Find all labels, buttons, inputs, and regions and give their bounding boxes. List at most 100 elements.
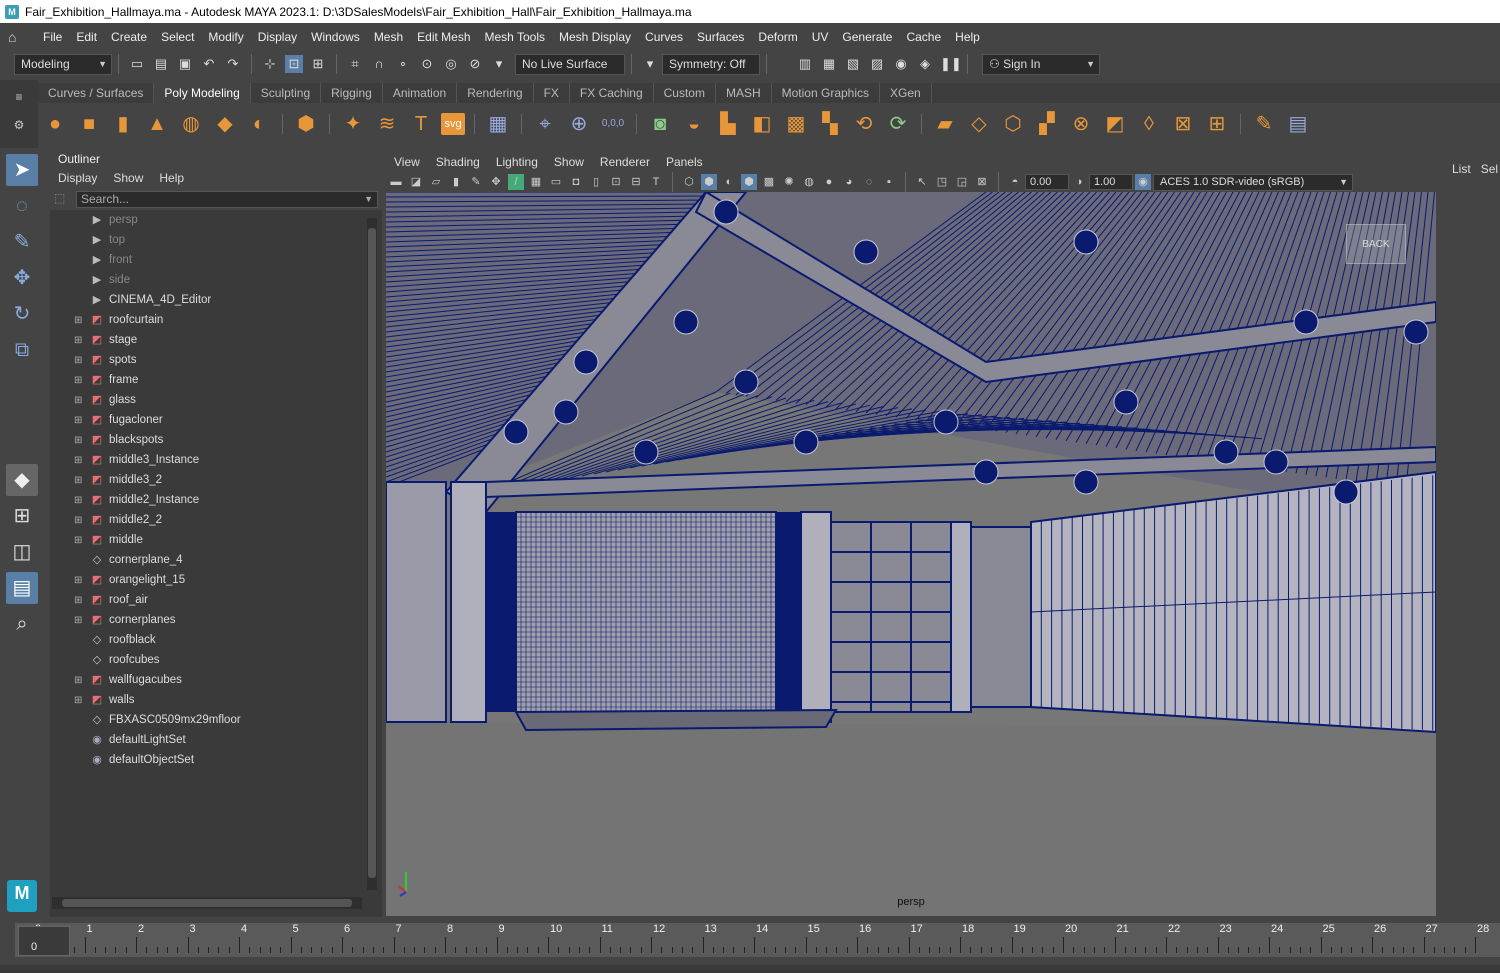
gamma-icon[interactable]: ◑ (1071, 174, 1087, 190)
bevel-icon[interactable]: ⬡ (999, 110, 1027, 138)
scrollbar-thumb[interactable] (62, 899, 352, 907)
viewport-menu-view[interactable]: View (386, 155, 428, 169)
outliner-menu-show[interactable]: Show (105, 171, 151, 185)
shelf-tab-sculpting[interactable]: Sculpting (251, 83, 322, 103)
menu-uv[interactable]: UV (805, 30, 836, 44)
menu-mesh-display[interactable]: Mesh Display (552, 30, 638, 44)
move-pivot-icon[interactable]: ⊕ (565, 110, 593, 138)
poly-plane-icon[interactable]: ◆ (211, 110, 239, 138)
menu-create[interactable]: Create (104, 30, 154, 44)
viewport-panel[interactable]: View Shading Lighting Show Renderer Panels ▬ … (386, 152, 1436, 916)
sculpt-icon[interactable]: ▤ (1284, 110, 1312, 138)
outliner-item[interactable]: ⊞ ◩ frame (50, 370, 382, 390)
new-scene-icon[interactable]: ▭ (128, 55, 146, 73)
separate-icon[interactable]: ◒ (680, 110, 708, 138)
symmetry-dropdown[interactable]: Symmetry: Off (662, 53, 760, 75)
outliner-item[interactable]: ⊞ ◩ spots (50, 350, 382, 370)
menu-deform[interactable]: Deform (751, 30, 804, 44)
render-frame-icon[interactable]: ▦ (820, 55, 838, 73)
expand-icon[interactable]: ⊞ (74, 375, 86, 386)
bookmark-icon[interactable]: ▱ (428, 174, 444, 190)
target-weld-icon[interactable]: ◩ (1101, 110, 1129, 138)
extract-icon[interactable]: ▙ (714, 110, 742, 138)
wireframe-on-shaded-icon[interactable]: ⬢ (741, 174, 757, 190)
snap-view-icon[interactable]: ⊙ (418, 55, 436, 73)
shelf-tab-mash[interactable]: MASH (716, 83, 772, 103)
current-frame-marker[interactable]: 0 (18, 926, 70, 956)
menu-select[interactable]: Select (154, 30, 201, 44)
two-view-icon[interactable]: ◫ (6, 536, 38, 568)
insert-edge-loop-icon[interactable]: ⊞ (1203, 110, 1231, 138)
outliner-scrollbar[interactable] (367, 218, 377, 890)
wireframe-icon[interactable]: ⬡ (681, 174, 697, 190)
outliner-item[interactable]: ⊞ ◩ roofcurtain (50, 310, 382, 330)
shelf-tab-motion-graphics[interactable]: Motion Graphics (772, 83, 881, 103)
outliner-item[interactable]: ◉ defaultLightSet (50, 730, 382, 750)
text-icon[interactable]: T (407, 110, 435, 138)
menu-file[interactable]: File (36, 30, 69, 44)
outliner-item[interactable]: ⊞ ◩ walls (50, 690, 382, 710)
time-slider-bar[interactable]: 0123456789101112131415161718192021222324… (15, 923, 1500, 957)
menu-cache[interactable]: Cache (899, 30, 948, 44)
paint-select-tool-icon[interactable]: ✎ (6, 226, 38, 258)
render-view-icon[interactable]: ▥ (796, 55, 814, 73)
outliner-item[interactable]: ⊞ ◩ roof_air (50, 590, 382, 610)
screen-space-ao-icon[interactable]: ● (821, 174, 837, 190)
menu-curves[interactable]: Curves (638, 30, 690, 44)
outliner-item[interactable]: ▶ side (50, 270, 382, 290)
menu-edit[interactable]: Edit (69, 30, 104, 44)
camera-attributes-icon[interactable]: ◪ (408, 174, 424, 190)
image-plane-icon[interactable]: ▮ (448, 174, 464, 190)
shelf-tab-fx[interactable]: FX (534, 83, 570, 103)
select-object-icon[interactable]: ⊡ (285, 55, 303, 73)
snap-live-icon[interactable]: ⊘ (466, 55, 484, 73)
select-component-icon[interactable]: ⊞ (309, 55, 327, 73)
menu-generate[interactable]: Generate (835, 30, 899, 44)
depth-of-field-icon[interactable]: ▪ (881, 174, 897, 190)
outliner-item[interactable]: ⊞ ◩ orangelight_15 (50, 570, 382, 590)
home-icon[interactable]: ⌂ (8, 28, 26, 46)
viewport-menu-panels[interactable]: Panels (658, 155, 711, 169)
outliner-item[interactable]: ⊞ ◩ fugacloner (50, 410, 382, 430)
extrude-icon[interactable]: ▰ (931, 110, 959, 138)
shelf-tab-fx-caching[interactable]: FX Caching (570, 83, 654, 103)
shelf-tab-curves-surfaces[interactable]: Curves / Surfaces (38, 83, 155, 103)
snap-menu-icon[interactable]: ▾ (490, 55, 508, 73)
arnold-icon[interactable]: ◈ (916, 55, 934, 73)
xray-components-icon[interactable]: ⊠ (974, 174, 990, 190)
shelf-tab-animation[interactable]: Animation (383, 83, 458, 103)
snap-grid-icon[interactable]: ⌗ (346, 55, 364, 73)
outliner-item[interactable]: ▶ persp (50, 210, 382, 230)
wireframe-scene[interactable] (386, 192, 1436, 916)
menu-mesh-tools[interactable]: Mesh Tools (478, 30, 552, 44)
viewport-menu-renderer[interactable]: Renderer (592, 155, 658, 169)
field-chart-icon[interactable]: ⊡ (608, 174, 624, 190)
expand-icon[interactable]: ⊞ (74, 315, 86, 326)
xray-joints-icon[interactable]: ◲ (954, 174, 970, 190)
sweep-mesh-icon[interactable]: ≋ (373, 110, 401, 138)
menu-display[interactable]: Display (251, 30, 304, 44)
outliner-item[interactable]: ⊞ ◩ middle2_2 (50, 510, 382, 530)
reduce-icon[interactable]: ▚ (816, 110, 844, 138)
menu-surfaces[interactable]: Surfaces (690, 30, 751, 44)
poly-cone-icon[interactable]: ▲ (143, 110, 171, 138)
exposure-icon[interactable]: ◓ (1007, 174, 1023, 190)
isolate-select-icon[interactable]: ↖ (914, 174, 930, 190)
menu-set-dropdown[interactable]: Modeling ▼ (14, 53, 112, 75)
shadows-icon[interactable]: ◍ (801, 174, 817, 190)
origin-coord-icon[interactable]: 0,0,0 (599, 110, 627, 138)
exposure-field[interactable]: 0.00 (1025, 174, 1069, 190)
open-scene-icon[interactable]: ▤ (152, 55, 170, 73)
2d-pan-icon[interactable]: ✥ (488, 174, 504, 190)
outliner-layout-icon[interactable]: ▤ (6, 572, 38, 604)
color-management-icon[interactable]: ◉ (1135, 174, 1151, 190)
outliner-item[interactable]: ⊞ ◩ stage (50, 330, 382, 350)
textured-icon[interactable]: ▩ (761, 174, 777, 190)
safe-action-icon[interactable]: ⊟ (628, 174, 644, 190)
four-view-icon[interactable]: ⊞ (6, 500, 38, 532)
outliner-item[interactable]: ⊞ ◩ cornerplanes (50, 610, 382, 630)
outliner-item[interactable]: ◇ FBXASC0509mx29mfloor (50, 710, 382, 730)
combine-icon[interactable]: ◙ (646, 110, 674, 138)
menu-windows[interactable]: Windows (304, 30, 367, 44)
expand-icon[interactable]: ⊞ (74, 355, 86, 366)
